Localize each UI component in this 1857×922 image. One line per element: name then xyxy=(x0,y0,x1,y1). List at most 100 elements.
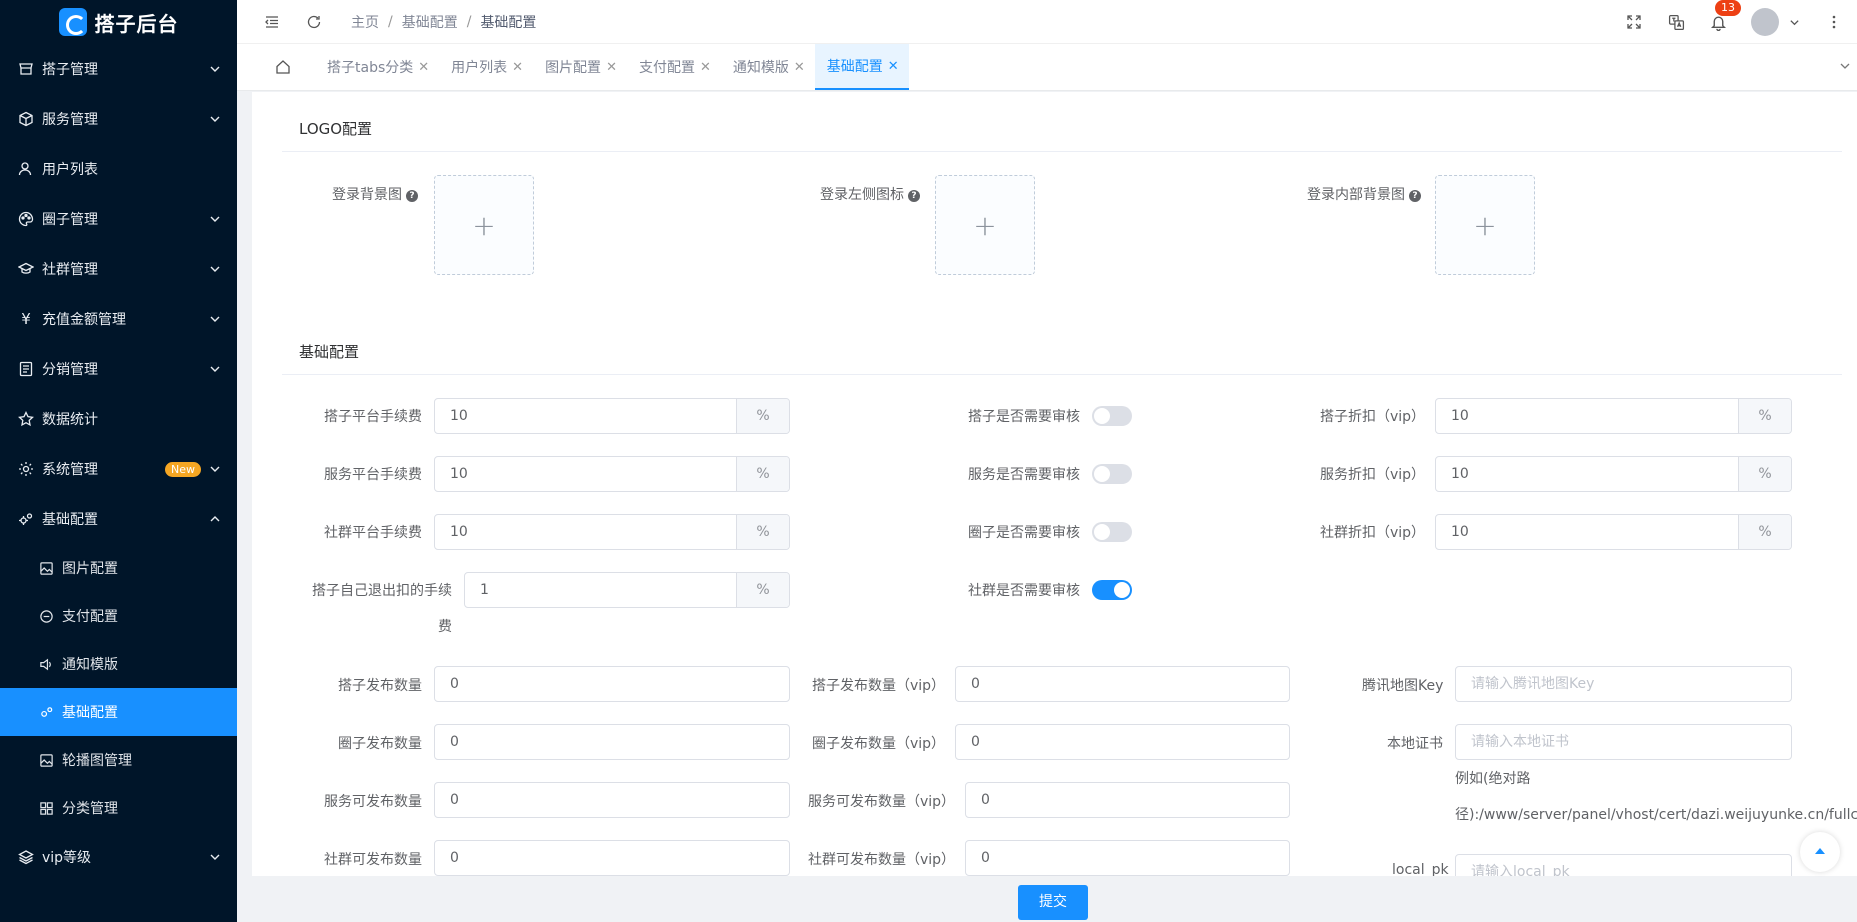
review-label: 圈子是否需要审核 xyxy=(968,525,1080,541)
close-icon[interactable]: ✕ xyxy=(418,60,429,75)
back-to-top-button[interactable] xyxy=(1800,832,1840,872)
sidebar-subitem-image-config[interactable]: 图片配置 xyxy=(0,544,237,592)
community-discount-input[interactable]: 10% xyxy=(1435,514,1792,550)
close-icon[interactable]: ✕ xyxy=(794,60,805,75)
circle-vip-count-input[interactable]: 0 xyxy=(955,724,1290,760)
tencent-key-label: 腾讯地图Key xyxy=(1362,678,1444,694)
close-icon[interactable]: ✕ xyxy=(700,60,711,75)
login-bg-upload[interactable]: + xyxy=(434,175,534,275)
breadcrumb-item[interactable]: 基础配置 xyxy=(402,12,458,32)
arrow-up-icon xyxy=(1815,848,1825,854)
help-icon[interactable]: ? xyxy=(406,190,418,202)
sidebar-item-system[interactable]: 系统管理 New xyxy=(0,444,237,494)
circle-review-switch[interactable] xyxy=(1092,522,1132,542)
gears-icon xyxy=(18,511,34,527)
service-count-input[interactable]: 0 xyxy=(434,782,790,818)
login-left-icon-upload[interactable]: + xyxy=(935,175,1035,275)
local-cert-input[interactable]: 请输入本地证书 xyxy=(1455,724,1792,760)
chevron-down-icon xyxy=(210,116,220,122)
help-icon[interactable]: ? xyxy=(908,190,920,202)
tab-image-config[interactable]: 图片配置 ✕ xyxy=(533,44,627,90)
chevron-down-icon xyxy=(210,266,220,272)
local-cert-hint: 例如(绝对路 xyxy=(1455,771,1531,787)
image-icon xyxy=(38,752,54,768)
community-fee-input[interactable]: 10% xyxy=(434,514,790,550)
tab-basic-config[interactable]: 基础配置 ✕ xyxy=(814,44,909,90)
submit-button[interactable]: 提交 xyxy=(1018,885,1088,920)
dazi-review-switch[interactable] xyxy=(1092,406,1132,426)
top-header: 主页 / 基础配置 / 基础配置 13 xyxy=(237,0,1857,44)
palette-icon xyxy=(18,211,34,227)
service-fee-input[interactable]: 10% xyxy=(434,456,790,492)
close-icon[interactable]: ✕ xyxy=(512,60,523,75)
sidebar-subitem-category[interactable]: 分类管理 xyxy=(0,784,237,832)
sidebar-item-statistics[interactable]: 数据统计 xyxy=(0,394,237,444)
help-icon[interactable]: ? xyxy=(1409,190,1421,202)
breadcrumb: 主页 / 基础配置 / 基础配置 xyxy=(351,12,537,32)
discount-label: 服务折扣（vip） xyxy=(1320,467,1426,483)
dazi-count-input[interactable]: 0 xyxy=(434,666,790,702)
service-review-switch[interactable] xyxy=(1092,464,1132,484)
sidebar-item-vip-level[interactable]: vip等级 xyxy=(0,832,237,882)
close-icon[interactable]: ✕ xyxy=(606,60,617,75)
local-pk-input[interactable]: 请输入local_pk xyxy=(1455,854,1792,876)
vip-count-label: 社群可发布数量（vip） xyxy=(808,852,956,868)
count-label: 社群可发布数量 xyxy=(324,852,422,868)
more-vertical-icon[interactable] xyxy=(1825,13,1843,31)
sidebar-item-user-list[interactable]: 用户列表 xyxy=(0,144,237,194)
dazi-fee-input[interactable]: 10% xyxy=(434,398,790,434)
fullscreen-icon[interactable] xyxy=(1625,13,1643,31)
sidebar-item-dazi[interactable]: 搭子管理 xyxy=(0,44,237,94)
sidebar-subitem-notify-template[interactable]: 通知模版 xyxy=(0,640,237,688)
sidebar-item-basic-config[interactable]: 基础配置 xyxy=(0,494,237,544)
bell-icon[interactable]: 13 xyxy=(1709,0,1741,31)
refresh-icon[interactable] xyxy=(305,13,323,31)
home-icon xyxy=(276,60,290,74)
review-label: 社群是否需要审核 xyxy=(968,583,1080,599)
tab-home[interactable] xyxy=(263,44,303,90)
local-pk-label: local_pk xyxy=(1392,862,1449,876)
sidebar-subitem-basic-config[interactable]: 基础配置 xyxy=(0,688,237,736)
divider xyxy=(282,374,1842,375)
dazi-vip-count-input[interactable]: 0 xyxy=(955,666,1290,702)
sidebar-subitem-payment-config[interactable]: 支付配置 xyxy=(0,592,237,640)
sidebar-item-community[interactable]: 社群管理 xyxy=(0,244,237,294)
chevron-down-icon xyxy=(210,466,220,472)
vip-count-label: 搭子发布数量（vip） xyxy=(812,678,946,694)
chevron-down-icon[interactable] xyxy=(1839,60,1851,76)
exit-fee-input[interactable]: 1% xyxy=(464,572,790,608)
breadcrumb-home[interactable]: 主页 xyxy=(351,12,379,32)
sidebar-item-recharge[interactable]: ¥ 充值金额管理 xyxy=(0,294,237,344)
tencent-key-input[interactable]: 请输入腾讯地图Key xyxy=(1455,666,1792,702)
close-icon[interactable]: ✕ xyxy=(888,59,899,74)
chevron-down-icon[interactable] xyxy=(1785,13,1803,31)
discount-label: 社群折扣（vip） xyxy=(1320,525,1426,541)
tab-dazi-tabs-category[interactable]: 搭子tabs分类 ✕ xyxy=(315,44,439,90)
sidebar-item-circle[interactable]: 圈子管理 xyxy=(0,194,237,244)
divider xyxy=(282,151,1842,152)
community-vip-count-input[interactable]: 0 xyxy=(965,840,1290,876)
community-review-switch[interactable] xyxy=(1092,580,1132,600)
app-logo[interactable]: 搭子后台 xyxy=(0,0,237,44)
service-discount-input[interactable]: 10% xyxy=(1435,456,1792,492)
sidebar-item-distribution[interactable]: 分销管理 xyxy=(0,344,237,394)
image-icon xyxy=(38,560,54,576)
tab-payment-config[interactable]: 支付配置 ✕ xyxy=(627,44,721,90)
avatar[interactable] xyxy=(1751,8,1779,36)
tab-notify-template[interactable]: 通知模版 ✕ xyxy=(721,44,815,90)
menu-fold-icon[interactable] xyxy=(263,13,281,31)
circle-count-input[interactable]: 0 xyxy=(434,724,790,760)
service-vip-count-input[interactable]: 0 xyxy=(965,782,1290,818)
dazi-discount-input[interactable]: 10% xyxy=(1435,398,1792,434)
layers-icon xyxy=(18,849,34,865)
logo-section-title: LOGO配置 xyxy=(299,120,373,138)
translate-icon[interactable] xyxy=(1667,13,1685,31)
community-count-input[interactable]: 0 xyxy=(434,840,790,876)
login-inner-bg-upload[interactable]: + xyxy=(1435,175,1535,275)
app-title: 搭子后台 xyxy=(94,11,179,36)
tab-user-list[interactable]: 用户列表 ✕ xyxy=(439,44,533,90)
sidebar-item-service[interactable]: 服务管理 xyxy=(0,94,237,144)
discount-label: 搭子折扣（vip） xyxy=(1320,409,1426,425)
sidebar-subitem-carousel[interactable]: 轮播图管理 xyxy=(0,736,237,784)
local-cert-hint-path: 径):/www/server/panel/vhost/cert/dazi.wei… xyxy=(1455,807,1857,823)
